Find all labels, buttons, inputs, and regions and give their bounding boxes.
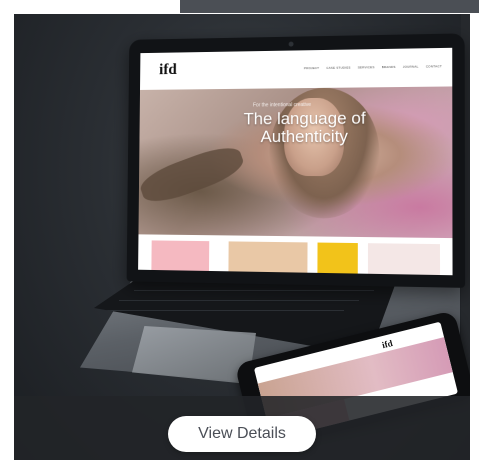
laptop-screen-bezel: ifd PROJECT CASE STUDIES SERVICES BRANDS… <box>126 33 466 288</box>
view-details-button[interactable]: View Details <box>168 416 316 452</box>
hero-tree-branch <box>138 140 248 209</box>
site-hero-image: For the intentional creative The languag… <box>138 86 453 239</box>
site-header: ifd PROJECT CASE STUDIES SERVICES BRANDS… <box>140 47 453 90</box>
tile-beige <box>228 241 308 273</box>
top-decorative-bar <box>180 0 479 13</box>
camera-icon <box>288 41 294 47</box>
site-tiles <box>138 234 452 276</box>
site-nav: PROJECT CASE STUDIES SERVICES BRANDS JOU… <box>304 64 442 70</box>
nav-item: SERVICES <box>357 65 375 70</box>
nav-item: JOURNAL <box>402 64 419 69</box>
tile-light <box>367 243 441 276</box>
nav-item: BRANDS <box>381 64 396 70</box>
site-logo: ifd <box>159 61 177 79</box>
hero-kicker: For the intentional creative <box>252 101 312 109</box>
tile-pink <box>151 240 210 271</box>
tile-yellow <box>317 242 358 274</box>
laptop-screen: ifd PROJECT CASE STUDIES SERVICES BRANDS… <box>138 47 453 276</box>
phone-site-logo: ifd <box>380 337 394 351</box>
hero-title: The language of Authenticity <box>243 108 366 147</box>
nav-item: CONTACT <box>425 64 442 69</box>
nav-item: PROJECT <box>303 66 320 71</box>
project-card: ifd PROJECT CASE STUDIES SERVICES BRANDS… <box>14 14 470 460</box>
nav-item: CASE STUDIES <box>326 65 351 70</box>
